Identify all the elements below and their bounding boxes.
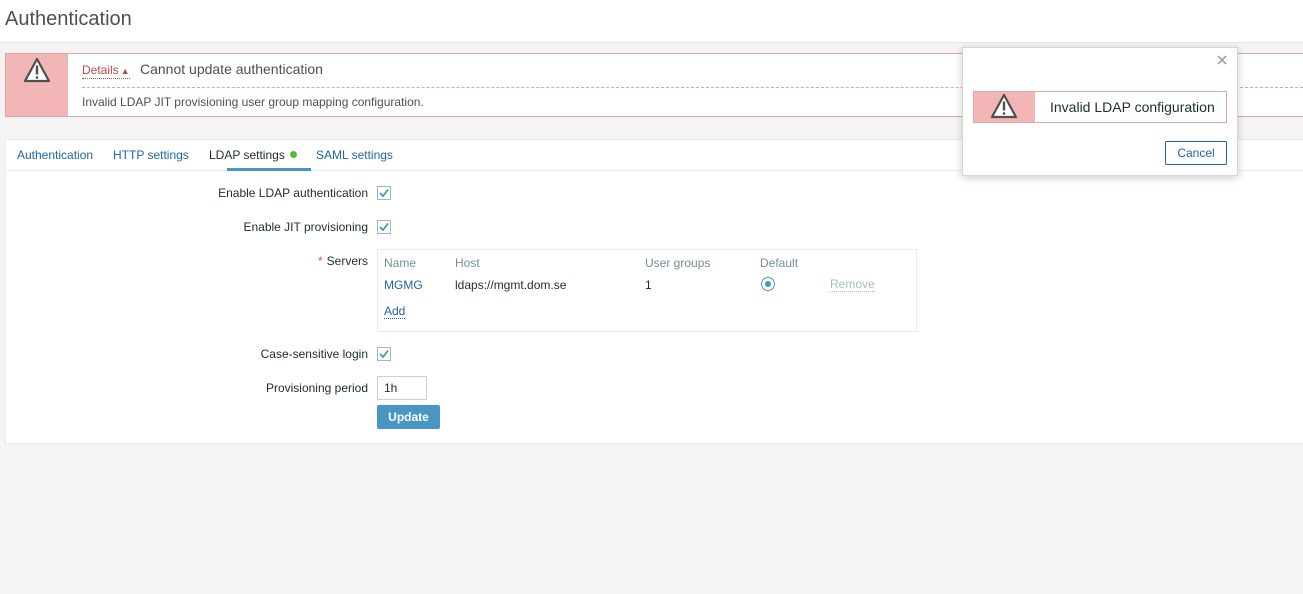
warning-triangle-icon [990,93,1018,119]
error-dialog: Invalid LDAP configuration Cancel [962,47,1238,176]
error-icon-area [6,54,68,116]
warning-triangle-icon [23,57,51,83]
column-header-default: Default [760,256,799,270]
required-marker: * [317,254,323,268]
enable-ldap-checkbox[interactable] [377,186,391,200]
column-header-name: Name [384,256,417,270]
enable-jit-checkbox[interactable] [377,220,391,234]
cancel-button[interactable]: Cancel [1165,141,1227,165]
remove-server-link[interactable]: Remove [830,278,875,292]
error-title: Cannot update authentication [140,61,323,77]
check-icon [379,188,389,198]
dialog-error-text: Invalid LDAP configuration [1050,99,1215,115]
server-user-groups: 1 [645,278,652,292]
tab-authentication[interactable]: Authentication [17,148,93,162]
enable-ldap-label: Enable LDAP authentication [218,186,368,200]
case-sensitive-label: Case-sensitive login [260,347,368,361]
dialog-error-message: Invalid LDAP configuration [973,91,1227,123]
provisioning-period-label: Provisioning period [265,381,368,395]
servers-label: * Servers [318,254,368,268]
column-header-host: Host [455,256,480,270]
status-dot-icon [289,151,297,158]
dialog-error-icon-area [974,92,1035,122]
servers-label-text: Servers [326,254,368,268]
tab-http-settings[interactable]: HTTP settings [113,148,189,162]
tab-ldap-settings-label: LDAP settings [209,148,285,162]
server-name-link[interactable]: MGMG [384,278,423,292]
add-server-link[interactable]: Add [384,305,406,319]
column-header-user-groups: User groups [645,256,711,270]
details-toggle[interactable]: Details ▲ [82,63,130,79]
enable-jit-label: Enable JIT provisioning [243,220,368,234]
tab-saml-settings[interactable]: SAML settings [316,148,393,162]
active-tab-indicator [227,168,311,171]
servers-table: Name Host User groups Default MGMG ldaps… [377,249,917,332]
default-server-radio[interactable] [761,277,775,291]
error-detail-text: Invalid LDAP JIT provisioning user group… [82,95,424,109]
page-header: Authentication [0,0,1303,43]
check-icon [379,349,389,359]
server-host: ldaps://mgmt.dom.se [455,278,567,292]
update-button[interactable]: Update [377,405,440,429]
provisioning-period-input[interactable] [377,376,427,400]
case-sensitive-checkbox[interactable] [377,347,391,361]
details-label: Details [82,63,119,77]
ldap-settings-form: Authentication HTTP settings LDAP settin… [5,139,1303,444]
check-icon [379,222,389,232]
details-arrow-icon: ▲ [120,66,130,76]
page-title: Authentication [5,8,132,30]
tab-ldap-settings[interactable]: LDAP settings [209,148,297,162]
close-icon[interactable] [1215,53,1229,67]
